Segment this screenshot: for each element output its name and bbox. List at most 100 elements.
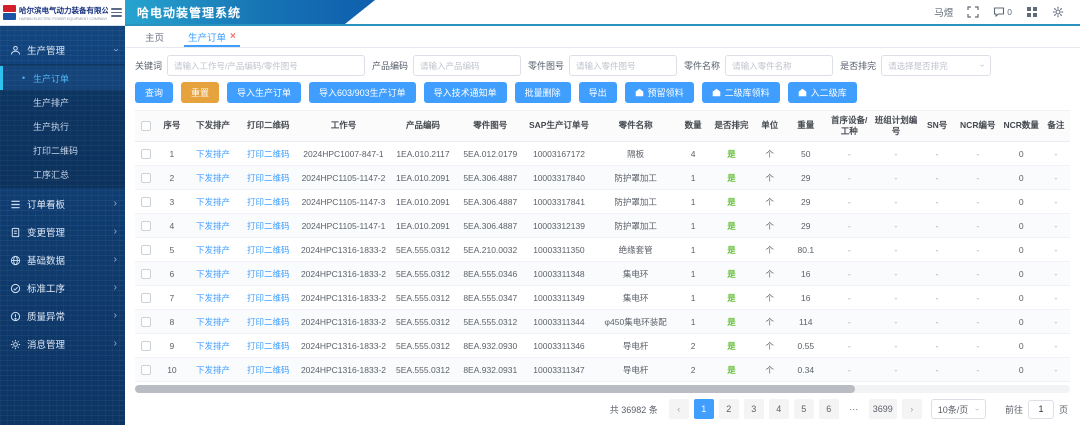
keyword-input[interactable] — [167, 55, 365, 76]
dispatch-link[interactable]: 下发排产 — [187, 334, 238, 358]
row-checkbox[interactable] — [141, 365, 151, 375]
page-button-3[interactable]: 3 — [744, 399, 764, 419]
row-checkbox[interactable] — [141, 341, 151, 351]
button-批量删除[interactable]: 批量删除 — [515, 82, 571, 103]
button-导入603/903生产订单[interactable]: 导入603/903生产订单 — [309, 82, 416, 103]
row-checkbox[interactable] — [141, 149, 151, 159]
print-qrcode-link[interactable]: 打印二维码 — [239, 286, 298, 310]
scrollbar-thumb[interactable] — [135, 385, 855, 393]
column-header-序号: 序号 — [157, 111, 188, 142]
row-checkbox[interactable] — [141, 221, 151, 231]
row-checkbox[interactable] — [141, 317, 151, 327]
hamburger-icon[interactable] — [111, 6, 122, 19]
horizontal-scrollbar[interactable] — [135, 385, 1070, 393]
sidebar-item-基础数据[interactable]: 基础数据› — [0, 246, 125, 274]
apps-grid-icon[interactable] — [1026, 6, 1038, 18]
scheduled-select[interactable]: 请选择是否排完 › — [881, 55, 991, 76]
sidebar-item-变更管理[interactable]: 变更管理› — [0, 218, 125, 246]
print-qrcode-link[interactable]: 打印二维码 — [239, 310, 298, 334]
print-qrcode-link[interactable]: 打印二维码 — [239, 166, 298, 190]
print-qrcode-link[interactable]: 打印二维码 — [239, 334, 298, 358]
cell-数量: 2 — [677, 334, 709, 358]
print-qrcode-link[interactable]: 打印二维码 — [239, 142, 298, 166]
button-导入生产订单[interactable]: 导入生产订单 — [227, 82, 301, 103]
dispatch-link[interactable]: 下发排产 — [187, 262, 238, 286]
dispatch-link[interactable]: 下发排产 — [187, 238, 238, 262]
prev-page-button[interactable]: ‹ — [669, 399, 689, 419]
sidebar-subitem-工序汇总[interactable]: 工序汇总 — [0, 162, 125, 186]
cell-产品编码: 1EA.010.2091 — [389, 166, 456, 190]
part-drawing-input[interactable] — [569, 55, 677, 76]
print-qrcode-link[interactable]: 打印二维码 — [239, 238, 298, 262]
sidebar-item-生产管理[interactable]: 生产管理› — [0, 36, 125, 64]
dispatch-link[interactable]: 下发排产 — [187, 286, 238, 310]
tab-production-orders[interactable]: 生产订单 × — [178, 26, 246, 47]
user-name[interactable]: 马煜 — [934, 5, 953, 19]
dispatch-link[interactable]: 下发排产 — [187, 166, 238, 190]
dispatch-link[interactable]: 下发排产 — [187, 358, 238, 382]
page-button-6[interactable]: 6 — [819, 399, 839, 419]
product-code-input[interactable] — [413, 55, 521, 76]
row-checkbox[interactable] — [141, 173, 151, 183]
sidebar-subitem-生产订单[interactable]: •生产订单 — [0, 66, 125, 90]
sidebar-subitem-生产排产[interactable]: 生产排产 — [0, 90, 125, 114]
cell-首序设备/工种: - — [826, 214, 873, 238]
page-button-1[interactable]: 1 — [694, 399, 714, 419]
dispatch-link[interactable]: 下发排产 — [187, 142, 238, 166]
cell-工作号: 2024HPC1316-1833-2 — [298, 286, 390, 310]
cell-零件名称: 防护罩加工 — [594, 214, 677, 238]
tab-close-icon[interactable]: × — [230, 32, 236, 42]
button-入二级库[interactable]: 入二级库 — [788, 82, 857, 103]
sidebar-item-消息管理[interactable]: 消息管理› — [0, 330, 125, 358]
sidebar-subitem-生产执行[interactable]: 生产执行 — [0, 114, 125, 138]
dispatch-link[interactable]: 下发排产 — [187, 310, 238, 334]
print-qrcode-link[interactable]: 打印二维码 — [239, 358, 298, 382]
row-checkbox[interactable] — [141, 197, 151, 207]
button-导入技术通知单[interactable]: 导入技术通知单 — [424, 82, 507, 103]
cell-是否排完: 是 — [709, 190, 754, 214]
sidebar-subitem-打印二维码[interactable]: 打印二维码 — [0, 138, 125, 162]
column-header-NCR编号: NCR编号 — [955, 111, 1001, 142]
button-查询[interactable]: 查询 — [135, 82, 173, 103]
cell-产品编码: 1EA.010.2091 — [389, 214, 456, 238]
tab-home[interactable]: 主页 — [135, 26, 174, 47]
row-checkbox[interactable] — [141, 245, 151, 255]
button-重置[interactable]: 重置 — [181, 82, 219, 103]
cell-SN号: - — [919, 286, 955, 310]
next-page-button[interactable]: › — [902, 399, 922, 419]
sidebar-item-标准工序[interactable]: 标准工序› — [0, 274, 125, 302]
cell-零件图号: 5EA.306.4887 — [457, 190, 524, 214]
row-checkbox[interactable] — [141, 269, 151, 279]
page-button-3699[interactable]: 3699 — [869, 399, 897, 419]
fullscreen-icon[interactable] — [967, 6, 979, 18]
page-button-4[interactable]: 4 — [769, 399, 789, 419]
cell-重量: 114 — [786, 310, 826, 334]
cell-备注: - — [1042, 334, 1070, 358]
button-导出[interactable]: 导出 — [579, 82, 617, 103]
goto-page-input[interactable] — [1028, 400, 1054, 419]
page-size-select[interactable]: 10条/页 › — [931, 399, 986, 419]
table-row: 2下发排产打印二维码2024HPC1105-1147-21EA.010.2091… — [135, 166, 1070, 190]
part-name-input[interactable] — [725, 55, 833, 76]
sidebar-item-质量异常[interactable]: 质量异常› — [0, 302, 125, 330]
keyword-label: 关键词 — [135, 59, 162, 72]
button-二级库领料[interactable]: 二级库领料 — [702, 82, 780, 103]
sidebar-item-订单看板[interactable]: 订单看板› — [0, 190, 125, 218]
page-button-5[interactable]: 5 — [794, 399, 814, 419]
cell-重量: 50 — [786, 142, 826, 166]
page-button-2[interactable]: 2 — [719, 399, 739, 419]
select-all-checkbox[interactable] — [141, 121, 151, 131]
settings-gear-icon[interactable] — [1052, 6, 1064, 18]
cell-产品编码: 1EA.010.2117 — [389, 142, 456, 166]
row-checkbox[interactable] — [141, 293, 151, 303]
print-qrcode-link[interactable]: 打印二维码 — [239, 262, 298, 286]
button-预留领料[interactable]: 预留领料 — [625, 82, 694, 103]
goto-label: 前往 — [1005, 403, 1023, 416]
message-bell[interactable]: 0 — [993, 6, 1012, 18]
print-qrcode-link[interactable]: 打印二维码 — [239, 190, 298, 214]
print-qrcode-link[interactable]: 打印二维码 — [239, 214, 298, 238]
column-header-产品编码: 产品编码 — [389, 111, 456, 142]
dispatch-link[interactable]: 下发排产 — [187, 190, 238, 214]
dispatch-link[interactable]: 下发排产 — [187, 214, 238, 238]
cell-序号: 3 — [157, 190, 188, 214]
